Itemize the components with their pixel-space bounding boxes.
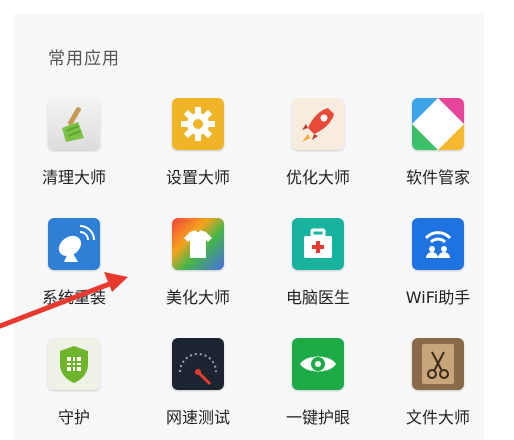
app-label: 电脑医生 — [285, 288, 350, 307]
broom-icon — [48, 98, 100, 150]
app-guard[interactable]: 守护 — [22, 338, 132, 438]
eye-icon — [292, 338, 344, 390]
app-label: 美化大师 — [165, 288, 230, 307]
medical-kit-icon — [292, 218, 344, 270]
app-speed-test[interactable]: 网速测试 — [146, 338, 256, 438]
app-settings-master[interactable]: 设置大师 — [146, 98, 256, 198]
app-beautify-master[interactable]: 美化大师 — [146, 218, 256, 318]
app-label: 软件管家 — [405, 168, 470, 187]
app-label: WiFi助手 — [405, 288, 471, 307]
software-manager-icon — [412, 98, 464, 150]
app-software-manager[interactable]: 软件管家 — [386, 98, 496, 198]
app-cleanup-master[interactable]: 清理大师 — [22, 98, 132, 198]
app-optimize-master[interactable]: 优化大师 — [266, 98, 376, 198]
app-eye-care[interactable]: 一键护眼 — [266, 338, 376, 438]
app-label: 优化大师 — [285, 168, 350, 187]
app-pc-doctor[interactable]: 电脑医生 — [266, 218, 376, 318]
shield-icon — [48, 338, 100, 390]
wifi-users-icon — [412, 218, 464, 270]
app-label: 设置大师 — [165, 168, 230, 187]
app-label: 守护 — [57, 408, 90, 427]
folder-scissors-icon — [412, 338, 464, 390]
section-title: 常用应用 — [48, 49, 120, 69]
tshirt-icon — [172, 218, 224, 270]
speedometer-icon — [172, 338, 224, 390]
gear-icon — [172, 98, 224, 150]
app-label: 文件大师 — [405, 408, 470, 427]
app-wifi-assistant[interactable]: WiFi助手 — [386, 218, 496, 318]
app-file-master[interactable]: 文件大师 — [386, 338, 496, 438]
app-label: 系统重装 — [41, 288, 106, 307]
app-system-reinstall[interactable]: 系统重装 — [22, 218, 132, 318]
app-label: 清理大师 — [41, 168, 106, 187]
satellite-dish-icon — [48, 218, 100, 270]
app-label: 一键护眼 — [285, 408, 350, 427]
app-label: 网速测试 — [165, 408, 230, 427]
rocket-icon — [292, 98, 344, 150]
